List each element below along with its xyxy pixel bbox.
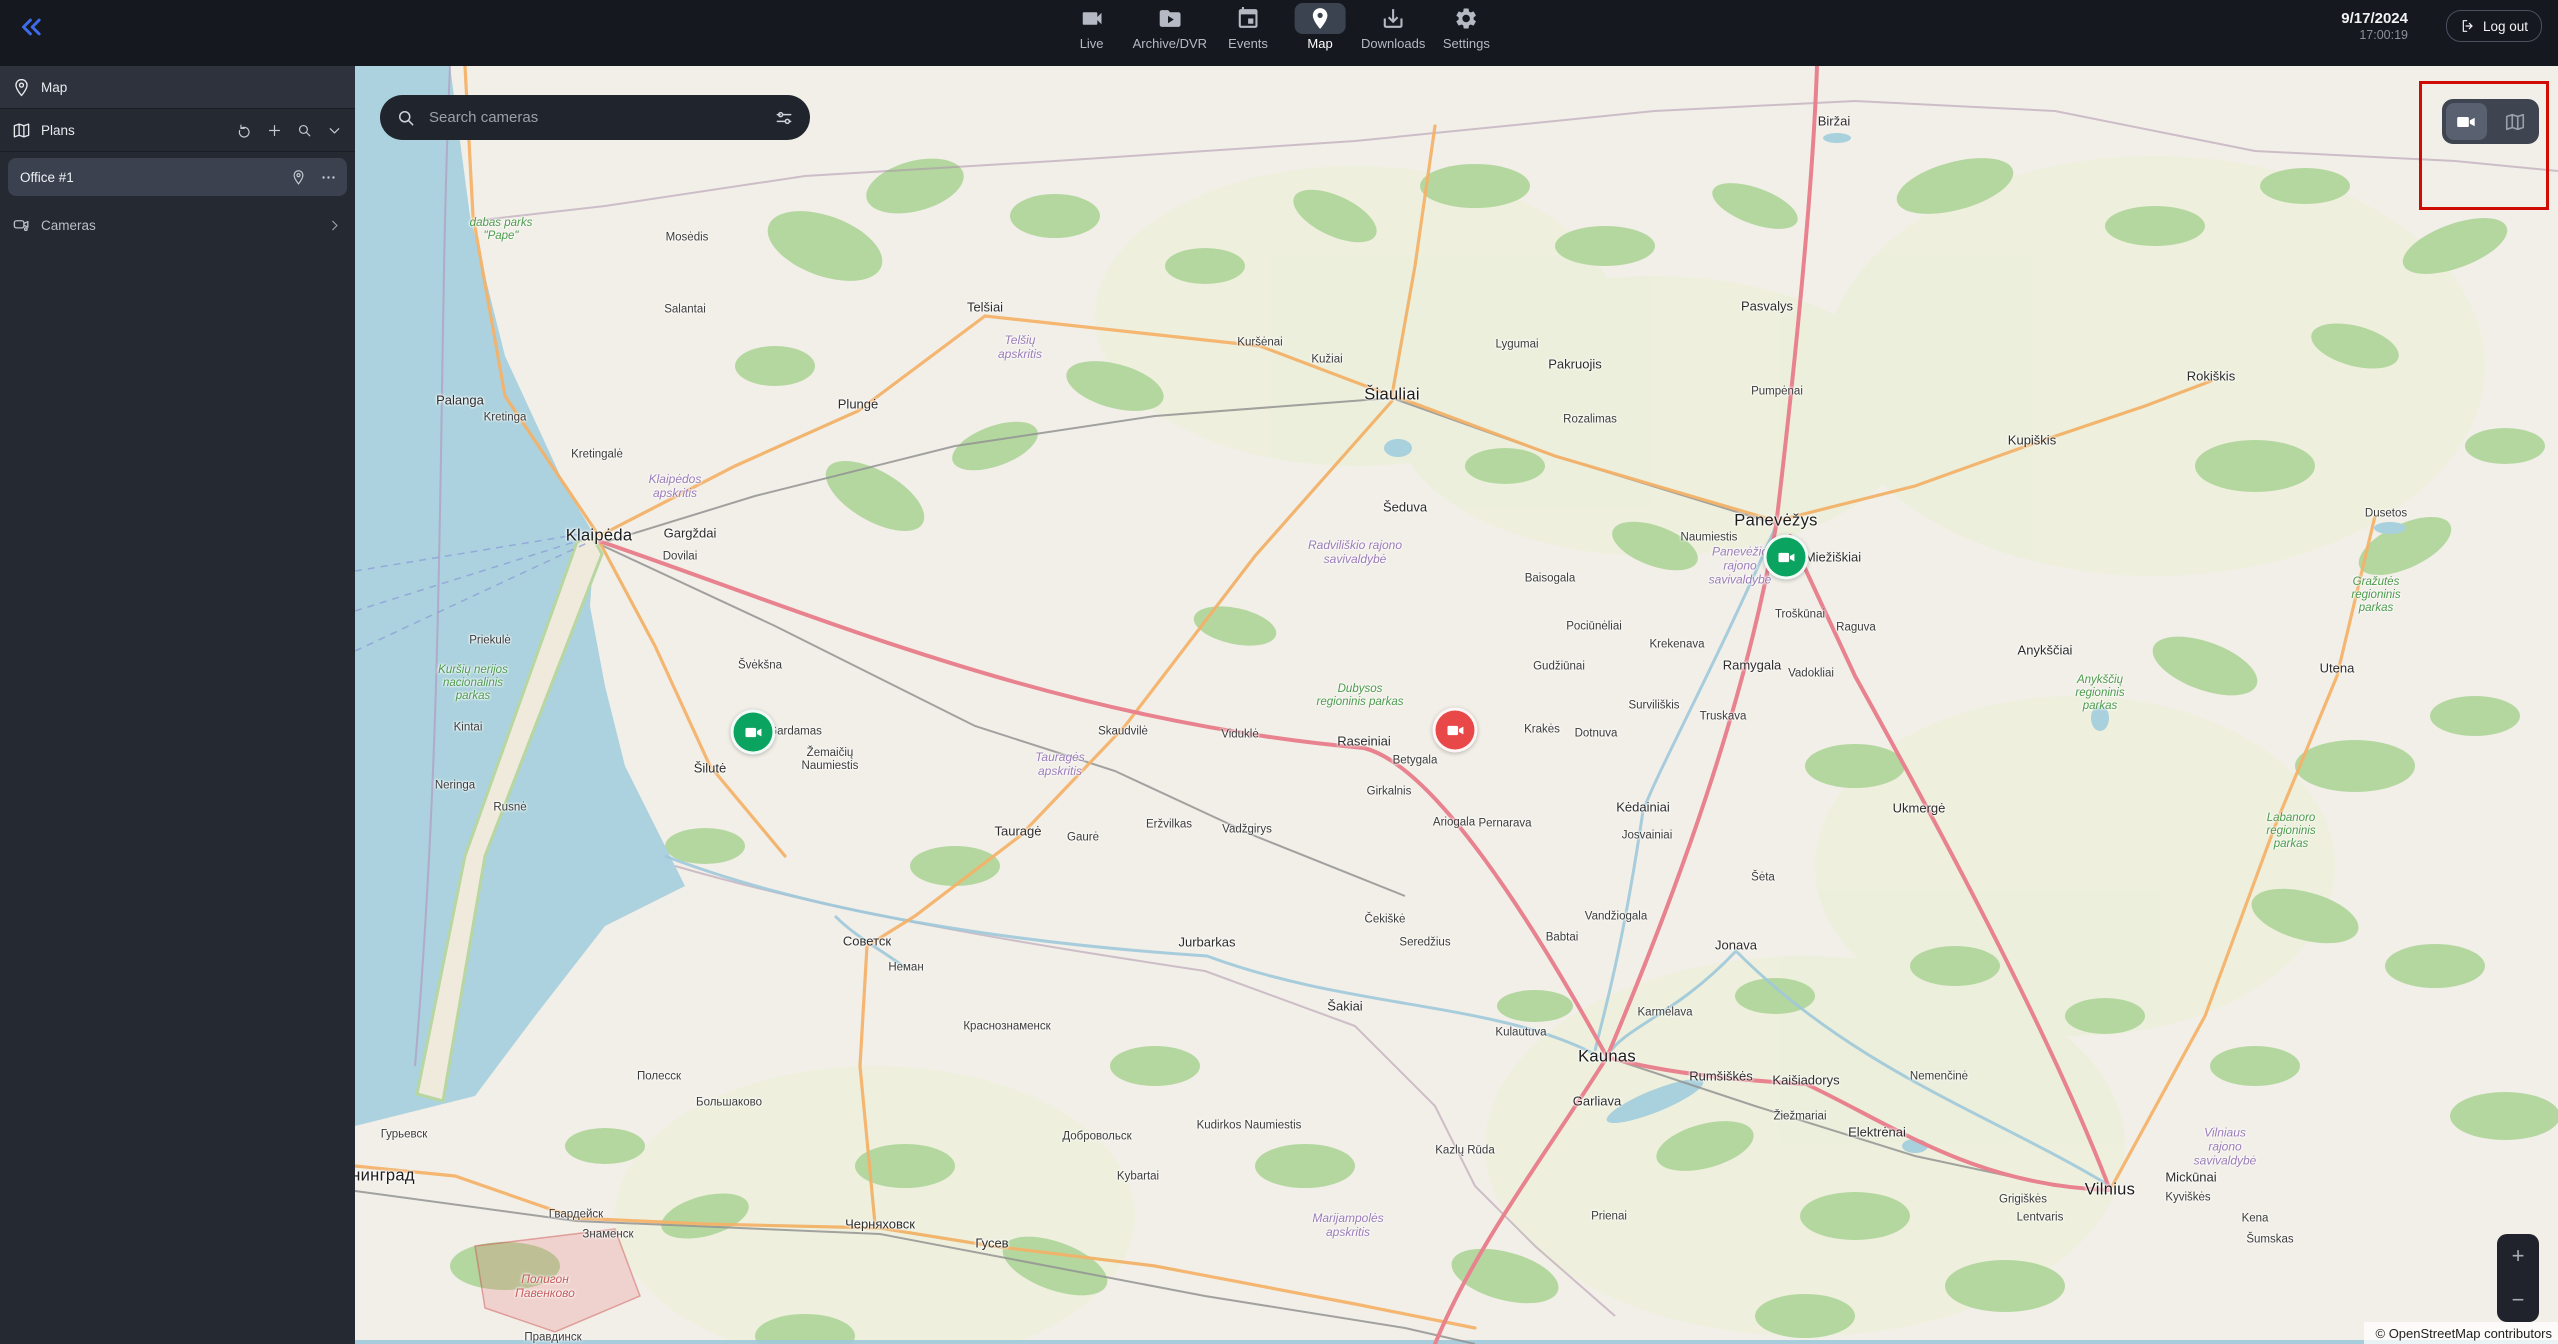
nav-item-live[interactable]: Live	[1061, 0, 1123, 51]
videocam-icon	[2457, 116, 2475, 127]
zoom-out-button[interactable]: −	[2497, 1278, 2539, 1322]
calendar-icon	[1223, 3, 1274, 34]
office-actions	[290, 169, 337, 186]
plans-actions	[236, 122, 343, 139]
search-icon	[399, 110, 414, 125]
map-attribution: © OpenStreetMap contributors	[2363, 1322, 2558, 1344]
map-view-toggle[interactable]	[2495, 103, 2536, 140]
camera-search-bar	[380, 95, 810, 140]
map-pin-icon	[1294, 3, 1346, 34]
cameras-icon	[13, 219, 29, 231]
map-canvas[interactable]	[355, 66, 2558, 1344]
sidebar-item-map[interactable]: Map	[0, 66, 355, 109]
add-plan-icon[interactable]	[266, 122, 283, 139]
nav-item-label: Archive/DVR	[1132, 36, 1208, 51]
logout-icon	[2462, 20, 2473, 32]
app-window: Live Archive/DVR Events Map Downloads Setting…	[0, 0, 2558, 1344]
sidebar-plans-label: Plans	[41, 122, 75, 138]
nav-item-label: Live	[1079, 36, 1104, 51]
refresh-icon[interactable]	[236, 122, 253, 139]
folded-map-icon	[13, 122, 30, 138]
map-view: Klaipėda Šiauliai Panevėžys Kaunas Vilnius ни…	[355, 66, 2558, 1344]
download-icon	[1368, 3, 1419, 34]
nav-item-settings[interactable]: Settings	[1435, 0, 1497, 51]
chevron-down-icon[interactable]	[326, 122, 343, 139]
main-navigation: Live Archive/DVR Events Map Downloads Setting…	[1061, 0, 1498, 66]
sidebar-item-plans[interactable]: Plans	[0, 109, 355, 152]
nav-item-downloads[interactable]: Downloads	[1361, 0, 1425, 51]
map-zoom-control: + −	[2497, 1234, 2539, 1322]
more-options-icon[interactable]	[320, 169, 337, 186]
nav-item-archive[interactable]: Archive/DVR	[1133, 0, 1207, 51]
map-icon	[2505, 113, 2524, 130]
videocam-icon	[1066, 3, 1117, 34]
camera-marker-online[interactable]	[730, 709, 776, 755]
videocam-icon	[1447, 725, 1463, 735]
nav-item-events[interactable]: Events	[1217, 0, 1279, 51]
camera-marker-offline[interactable]	[1432, 707, 1478, 753]
sidebar: Map Plans Office #1 Cameras	[0, 66, 355, 1344]
locate-on-map-icon[interactable]	[290, 169, 307, 186]
sidebar-item-cameras[interactable]: Cameras	[0, 204, 355, 246]
current-date: 9/17/2024	[2341, 10, 2408, 27]
sidebar-collapse-button[interactable]	[16, 12, 50, 46]
office-plan-label: Office #1	[20, 169, 74, 185]
nav-item-label: Downloads	[1361, 36, 1426, 51]
camera-marker-online[interactable]	[1763, 534, 1809, 580]
sidebar-cameras-label: Cameras	[41, 217, 96, 233]
search-filter-icon[interactable]	[774, 108, 794, 128]
nav-item-label: Events	[1228, 36, 1268, 51]
logout-button[interactable]: Log out	[2445, 10, 2542, 42]
sidebar-map-label: Map	[41, 79, 68, 95]
logout-label: Log out	[2482, 18, 2528, 34]
search-plans-icon[interactable]	[296, 122, 313, 139]
zoom-in-button[interactable]: +	[2497, 1234, 2539, 1278]
folder-play-icon	[1144, 3, 1195, 34]
camera-view-toggle[interactable]	[2446, 103, 2487, 140]
gear-icon	[1441, 3, 1492, 34]
videocam-icon	[745, 727, 761, 737]
clock: 9/17/2024 17:00:19	[2341, 10, 2408, 42]
nav-item-label: Map	[1307, 36, 1333, 51]
chevrons-left-icon	[22, 18, 41, 36]
search-cameras-input[interactable]	[427, 108, 774, 127]
current-time: 17:00:19	[2359, 28, 2408, 42]
top-bar: Live Archive/DVR Events Map Downloads Setting…	[0, 0, 2558, 66]
sidebar-item-office-1[interactable]: Office #1	[8, 158, 347, 196]
map-mode-toggle	[2442, 99, 2539, 144]
chevron-right-icon[interactable]	[326, 217, 343, 234]
videocam-icon	[1778, 552, 1794, 562]
map-pin-icon	[15, 78, 28, 96]
nav-item-map[interactable]: Map	[1289, 0, 1351, 51]
nav-item-label: Settings	[1442, 36, 1490, 51]
